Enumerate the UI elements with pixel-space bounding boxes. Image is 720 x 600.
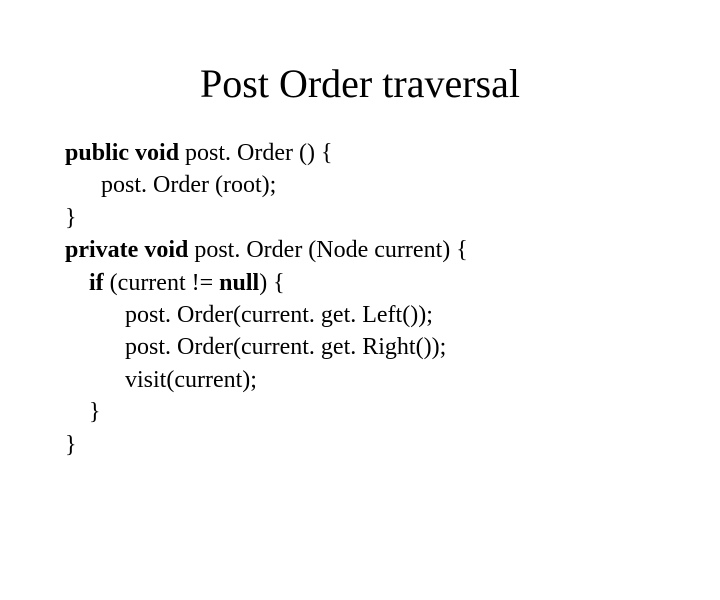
- code-text: ) {: [259, 270, 285, 296]
- keyword: private void: [65, 237, 188, 263]
- code-block: public void post. Order () { post. Order…: [65, 137, 680, 461]
- keyword: public void: [65, 140, 179, 166]
- code-line: private void post. Order (Node current) …: [65, 234, 680, 266]
- slide-title: Post Order traversal: [0, 60, 720, 107]
- code-text: (current !=: [104, 270, 219, 296]
- code-text: post. Order (Node current) {: [188, 237, 467, 263]
- code-line: }: [65, 202, 680, 234]
- code-line: }: [65, 429, 680, 461]
- keyword: null: [219, 270, 259, 296]
- keyword: if: [89, 270, 104, 296]
- code-line: visit(current);: [65, 364, 680, 396]
- code-text: [65, 270, 89, 296]
- code-line: public void post. Order () {: [65, 137, 680, 169]
- code-text: post. Order () {: [179, 140, 332, 166]
- code-line: post. Order(current. get. Right());: [65, 331, 680, 363]
- code-line: }: [65, 396, 680, 428]
- code-line: post. Order (root);: [65, 169, 680, 201]
- code-line: if (current != null) {: [65, 267, 680, 299]
- code-line: post. Order(current. get. Left());: [65, 299, 680, 331]
- slide: Post Order traversal public void post. O…: [0, 60, 720, 600]
